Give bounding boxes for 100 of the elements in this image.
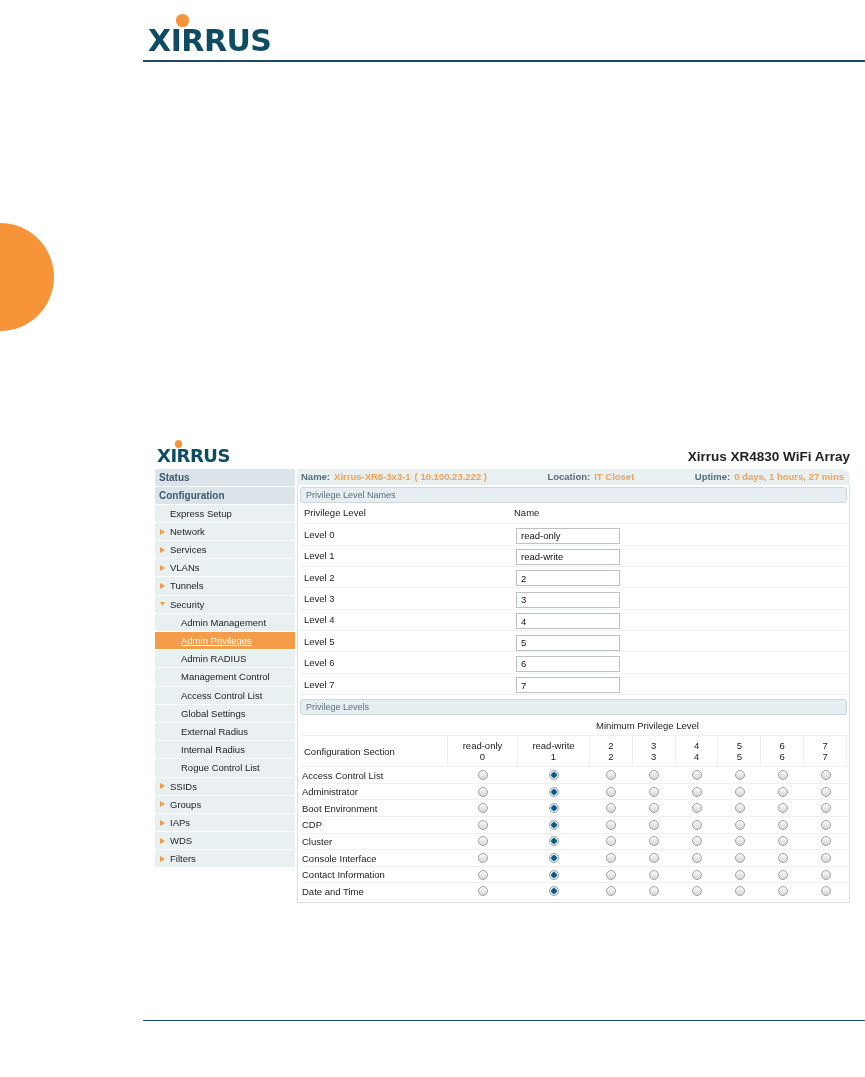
radio-button[interactable] (692, 853, 703, 863)
nav-section[interactable]: Configuration (155, 486, 295, 504)
radio-button[interactable] (649, 853, 660, 863)
radio-button[interactable] (606, 836, 617, 847)
radio-button[interactable] (777, 819, 788, 830)
radio-button[interactable] (606, 786, 617, 797)
radio-button[interactable] (734, 770, 745, 781)
radio-button[interactable] (734, 786, 745, 797)
radio-button[interactable] (478, 770, 488, 781)
radio-button[interactable] (606, 819, 617, 830)
radio-button[interactable] (549, 886, 559, 897)
radio-button[interactable] (734, 836, 745, 847)
radio-button[interactable] (777, 770, 788, 781)
radio-button[interactable] (734, 886, 745, 897)
radio-button[interactable] (478, 786, 488, 797)
nav-item[interactable]: VLANs (155, 559, 295, 577)
nav-subitem[interactable]: Admin RADIUS (155, 650, 295, 668)
nav-item[interactable]: Tunnels (155, 577, 295, 595)
nav-subitem[interactable]: Admin Management (155, 613, 295, 632)
radio-button[interactable] (692, 886, 703, 897)
nav-subitem[interactable]: Internal Radius (155, 741, 295, 759)
radio-button[interactable] (734, 819, 745, 830)
radio-button[interactable] (692, 803, 703, 814)
radio-button[interactable] (649, 786, 660, 797)
radio-button[interactable] (692, 869, 703, 880)
radio-button[interactable] (549, 853, 559, 863)
radio-button[interactable] (478, 819, 488, 830)
radio-button[interactable] (649, 819, 660, 830)
radio-button[interactable] (692, 786, 703, 797)
radio-button[interactable] (478, 886, 488, 897)
radio-button[interactable] (606, 853, 617, 863)
info-value: Xirrus-XR8-3x3-1 (334, 471, 411, 483)
nav-item[interactable]: Security (155, 595, 295, 613)
radio-button[interactable] (820, 770, 831, 781)
nav-item[interactable]: Filters (155, 850, 295, 868)
level-name-field[interactable]: 7 (516, 677, 620, 694)
radio-button[interactable] (606, 886, 617, 897)
level-name-field[interactable]: 5 (516, 634, 620, 651)
radio-button[interactable] (777, 803, 788, 814)
nav-subitem[interactable]: Management Control (155, 668, 295, 686)
level-name-field[interactable]: 3 (516, 591, 620, 608)
nav-item[interactable]: SSIDs (155, 777, 295, 795)
column-header: Privilege Level (303, 507, 367, 519)
radio-button[interactable] (549, 836, 559, 847)
radio-button[interactable] (649, 770, 660, 781)
radio-button[interactable] (734, 803, 745, 814)
radio-button[interactable] (606, 770, 617, 781)
radio-button[interactable] (649, 869, 660, 880)
radio-button[interactable] (820, 886, 831, 897)
radio-button[interactable] (777, 836, 788, 847)
radio-button[interactable] (692, 819, 703, 830)
radio-button[interactable] (777, 786, 788, 797)
column-header: 4 (693, 740, 700, 752)
level-name-field[interactable]: read-write (516, 548, 620, 565)
radio-button[interactable] (777, 886, 788, 897)
nav-item[interactable]: WDS (155, 832, 295, 850)
radio-button[interactable] (734, 869, 745, 880)
radio-button[interactable] (820, 853, 831, 863)
nav-subitem[interactable]: External Radius (155, 723, 295, 741)
radio-button[interactable] (692, 770, 703, 781)
level-label: Level 6 (303, 657, 336, 669)
logo: XIRRUS (157, 445, 230, 467)
nav-subitem[interactable]: Rogue Control List (155, 759, 295, 777)
radio-button[interactable] (820, 836, 831, 847)
radio-button[interactable] (777, 853, 788, 863)
nav-subitem[interactable]: Access Control List (155, 686, 295, 704)
nav-item[interactable]: Network (155, 522, 295, 541)
radio-button[interactable] (649, 836, 660, 847)
level-name-field[interactable]: read-only (516, 527, 620, 544)
radio-button[interactable] (478, 803, 488, 814)
level-name-field[interactable]: 4 (516, 613, 620, 630)
radio-button[interactable] (478, 869, 488, 880)
nav-item[interactable]: Express Setup (155, 504, 295, 522)
radio-button[interactable] (606, 869, 617, 880)
nav-subitem[interactable]: Global Settings (155, 704, 295, 722)
radio-button[interactable] (606, 803, 617, 814)
level-name-field[interactable]: 6 (516, 655, 620, 672)
radio-button[interactable] (478, 836, 488, 847)
nav-section[interactable]: Status (155, 468, 295, 486)
radio-button[interactable] (549, 770, 559, 781)
radio-button[interactable] (820, 786, 831, 797)
radio-button[interactable] (692, 836, 703, 847)
radio-button[interactable] (820, 869, 831, 880)
radio-button[interactable] (549, 803, 559, 814)
radio-button[interactable] (549, 786, 559, 797)
nav-item[interactable]: IAPs (155, 813, 295, 832)
radio-button[interactable] (820, 803, 831, 814)
radio-button[interactable] (478, 853, 488, 863)
info-value: 0 days, 1 hours, 27 mins (734, 471, 844, 483)
nav-item[interactable]: Services (155, 541, 295, 559)
radio-button[interactable] (549, 819, 559, 830)
level-label: Level 0 (303, 528, 336, 540)
radio-button[interactable] (820, 819, 831, 830)
radio-button[interactable] (734, 853, 745, 863)
radio-button[interactable] (649, 886, 660, 897)
radio-button[interactable] (649, 803, 660, 814)
radio-button[interactable] (777, 869, 788, 880)
level-name-field[interactable]: 2 (516, 570, 620, 587)
radio-button[interactable] (549, 869, 559, 880)
nav-item[interactable]: Groups (155, 795, 295, 813)
